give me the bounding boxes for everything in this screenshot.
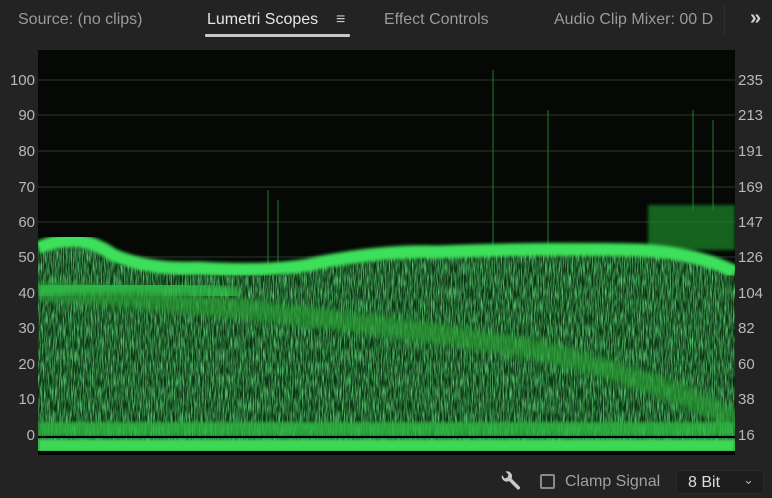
- scale-label: 70: [18, 179, 35, 196]
- scale-label: 10: [18, 391, 35, 408]
- clamp-signal-checkbox[interactable]: [540, 474, 555, 489]
- active-tab-indicator: [205, 34, 350, 37]
- scale-label: 38: [738, 391, 755, 408]
- panel-menu-icon[interactable]: ≡: [336, 11, 345, 29]
- panel-tab-bar: Source: (no clips) Lumetri Scopes ≡ Effe…: [0, 0, 772, 40]
- scale-label: 82: [738, 320, 755, 337]
- tab-audio-clip-mixer[interactable]: Audio Clip Mixer: 00 D: [554, 11, 722, 29]
- chevron-down-icon: ⌄: [743, 472, 754, 487]
- scale-label: 191: [738, 143, 764, 160]
- scale-label: 90: [18, 107, 35, 124]
- scale-label: 100: [9, 72, 35, 89]
- scale-label: 20: [18, 356, 35, 373]
- scale-label: 169: [738, 179, 764, 196]
- waveform-trace: [35, 70, 740, 455]
- bit-depth-dropdown[interactable]: 8 Bit ⌄: [676, 470, 764, 494]
- bit-depth-value: 8 Bit: [688, 474, 721, 491]
- scale-label: 80: [18, 143, 35, 160]
- wrench-icon[interactable]: [499, 471, 521, 498]
- scale-label: 40: [18, 285, 35, 302]
- tab-lumetri-scopes[interactable]: Lumetri Scopes: [207, 11, 318, 29]
- clamp-signal-label[interactable]: Clamp Signal: [565, 473, 660, 491]
- scale-label: 104: [738, 285, 764, 302]
- scale-label: 60: [738, 356, 755, 373]
- scale-label: 147: [738, 214, 764, 231]
- scale-label: 213: [738, 107, 764, 124]
- tab-source[interactable]: Source: (no clips): [18, 11, 143, 29]
- overflow-chevron-icon[interactable]: »: [750, 7, 761, 30]
- scale-label: 50: [18, 249, 35, 266]
- scale-label: 126: [738, 249, 764, 266]
- scale-label: 60: [18, 214, 35, 231]
- scale-label: 235: [738, 72, 764, 89]
- scale-label: 16: [738, 427, 755, 444]
- tab-effect-controls[interactable]: Effect Controls: [384, 11, 489, 29]
- tab-divider: [724, 4, 725, 36]
- scale-label: 30: [18, 320, 35, 337]
- scale-label: 0: [26, 427, 35, 444]
- waveform-scope: [35, 50, 740, 455]
